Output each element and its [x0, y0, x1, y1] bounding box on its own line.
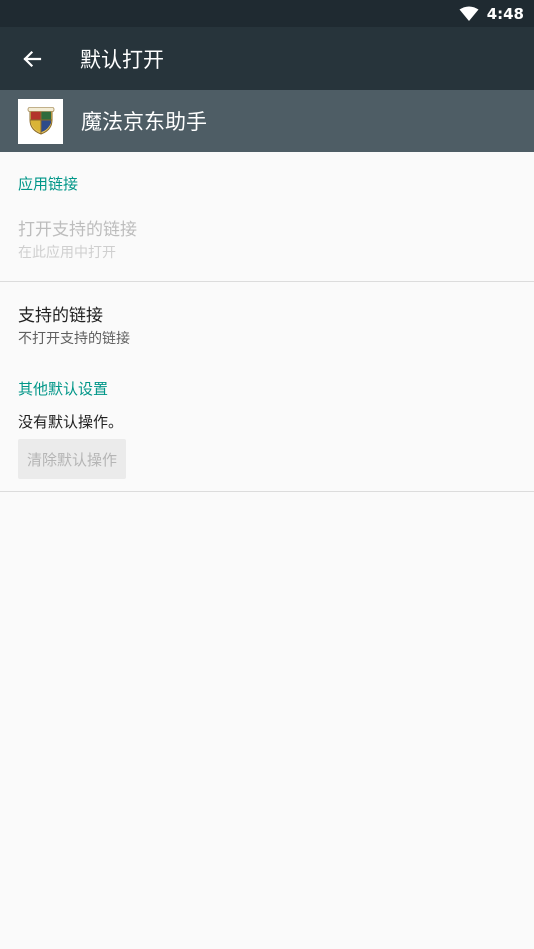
back-button[interactable]: [0, 27, 63, 90]
divider: [0, 491, 534, 492]
app-name: 魔法京东助手: [81, 110, 207, 134]
arrow-back-icon: [22, 50, 41, 67]
supported-links-summary: 不打开支持的链接: [18, 331, 130, 347]
toolbar: 默认打开: [0, 27, 534, 90]
status-bar: 4:48: [0, 0, 534, 27]
page-title: 默认打开: [80, 47, 164, 72]
no-defaults-text: 没有默认操作。: [0, 399, 534, 432]
open-links-summary: 在此应用中打开: [18, 245, 116, 261]
other-defaults-section: 其他默认设置 没有默认操作。 清除默认操作: [0, 348, 534, 492]
open-links-title: 打开支持的链接: [18, 220, 137, 240]
open-supported-links-pref[interactable]: 打开支持的链接 在此应用中打开: [0, 194, 534, 262]
app-links-section: 应用链接 打开支持的链接 在此应用中打开 支持的链接 不打开支持的链接: [0, 152, 534, 348]
supported-links-title: 支持的链接: [18, 306, 103, 326]
clear-defaults-button[interactable]: 清除默认操作: [18, 439, 127, 479]
app-icon: [18, 98, 63, 144]
crest-logo-icon: [27, 107, 54, 135]
app-header: 魔法京东助手: [0, 90, 534, 152]
no-defaults-summary: 没有默认操作。: [18, 413, 124, 431]
wifi-icon: [459, 6, 479, 21]
section-header-app-links: 应用链接: [18, 175, 79, 193]
status-time: 4:48: [486, 4, 524, 23]
section-header-other-defaults: 其他默认设置: [18, 380, 109, 398]
supported-links-pref[interactable]: 支持的链接 不打开支持的链接: [0, 282, 534, 348]
